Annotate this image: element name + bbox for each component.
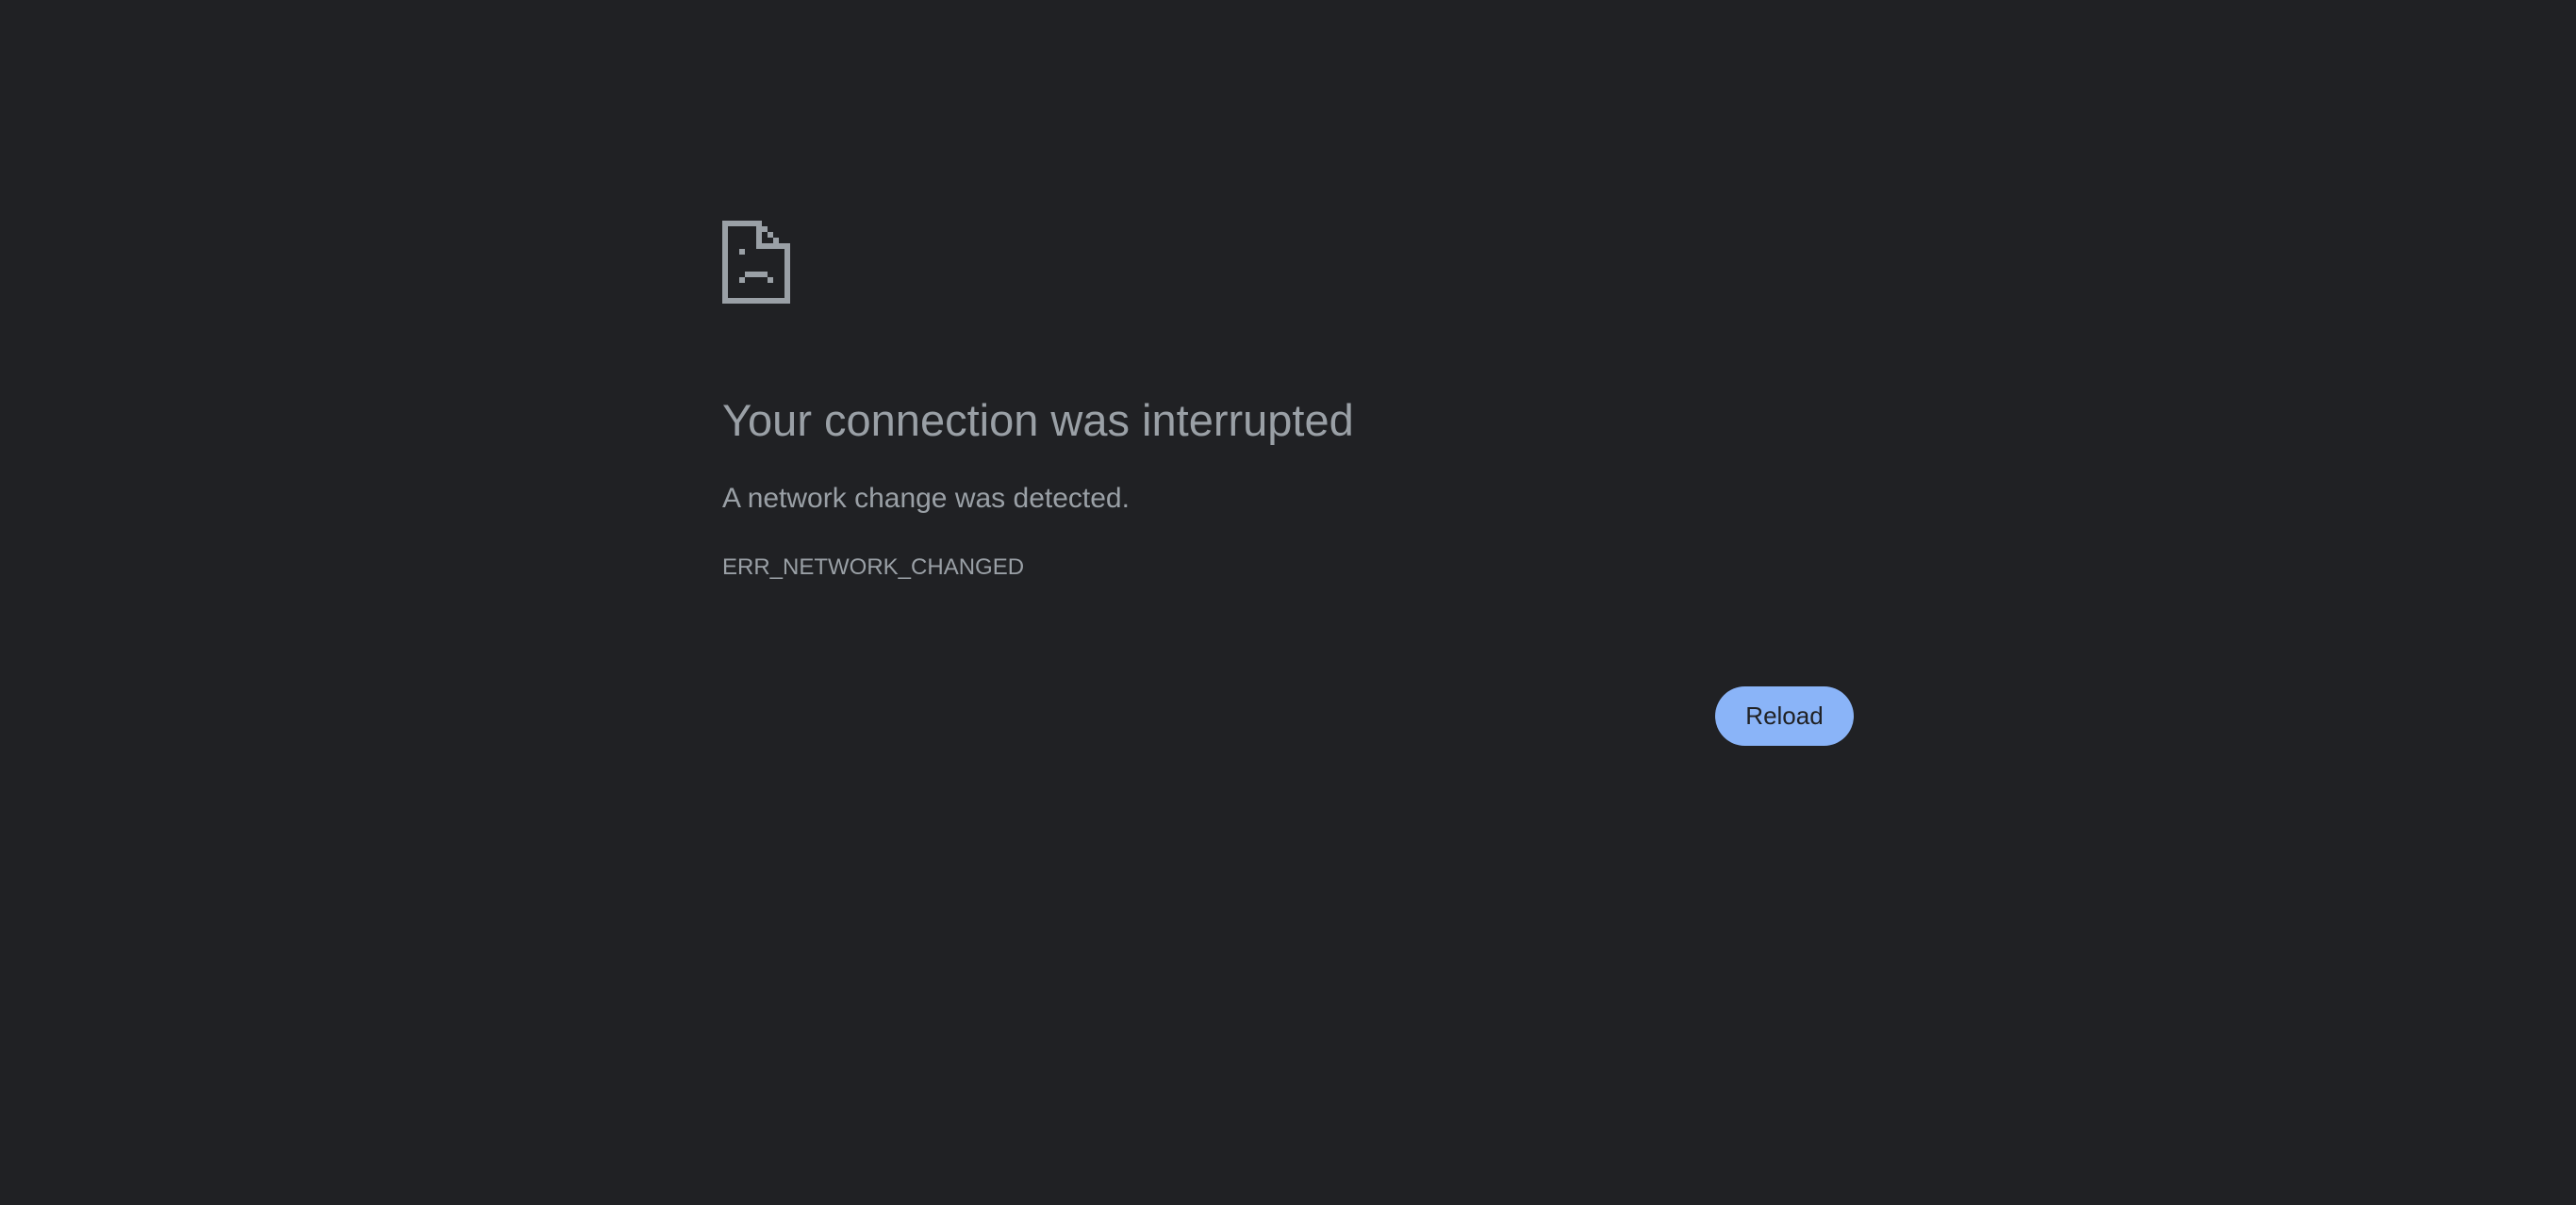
sad-page-icon [722,221,790,304]
error-code: ERR_NETWORK_CHANGED [722,554,1025,580]
error-title: Your connection was interrupted [722,395,1354,445]
error-summary: A network change was detected. [722,483,1130,514]
reload-button[interactable]: Reload [1715,686,1854,746]
